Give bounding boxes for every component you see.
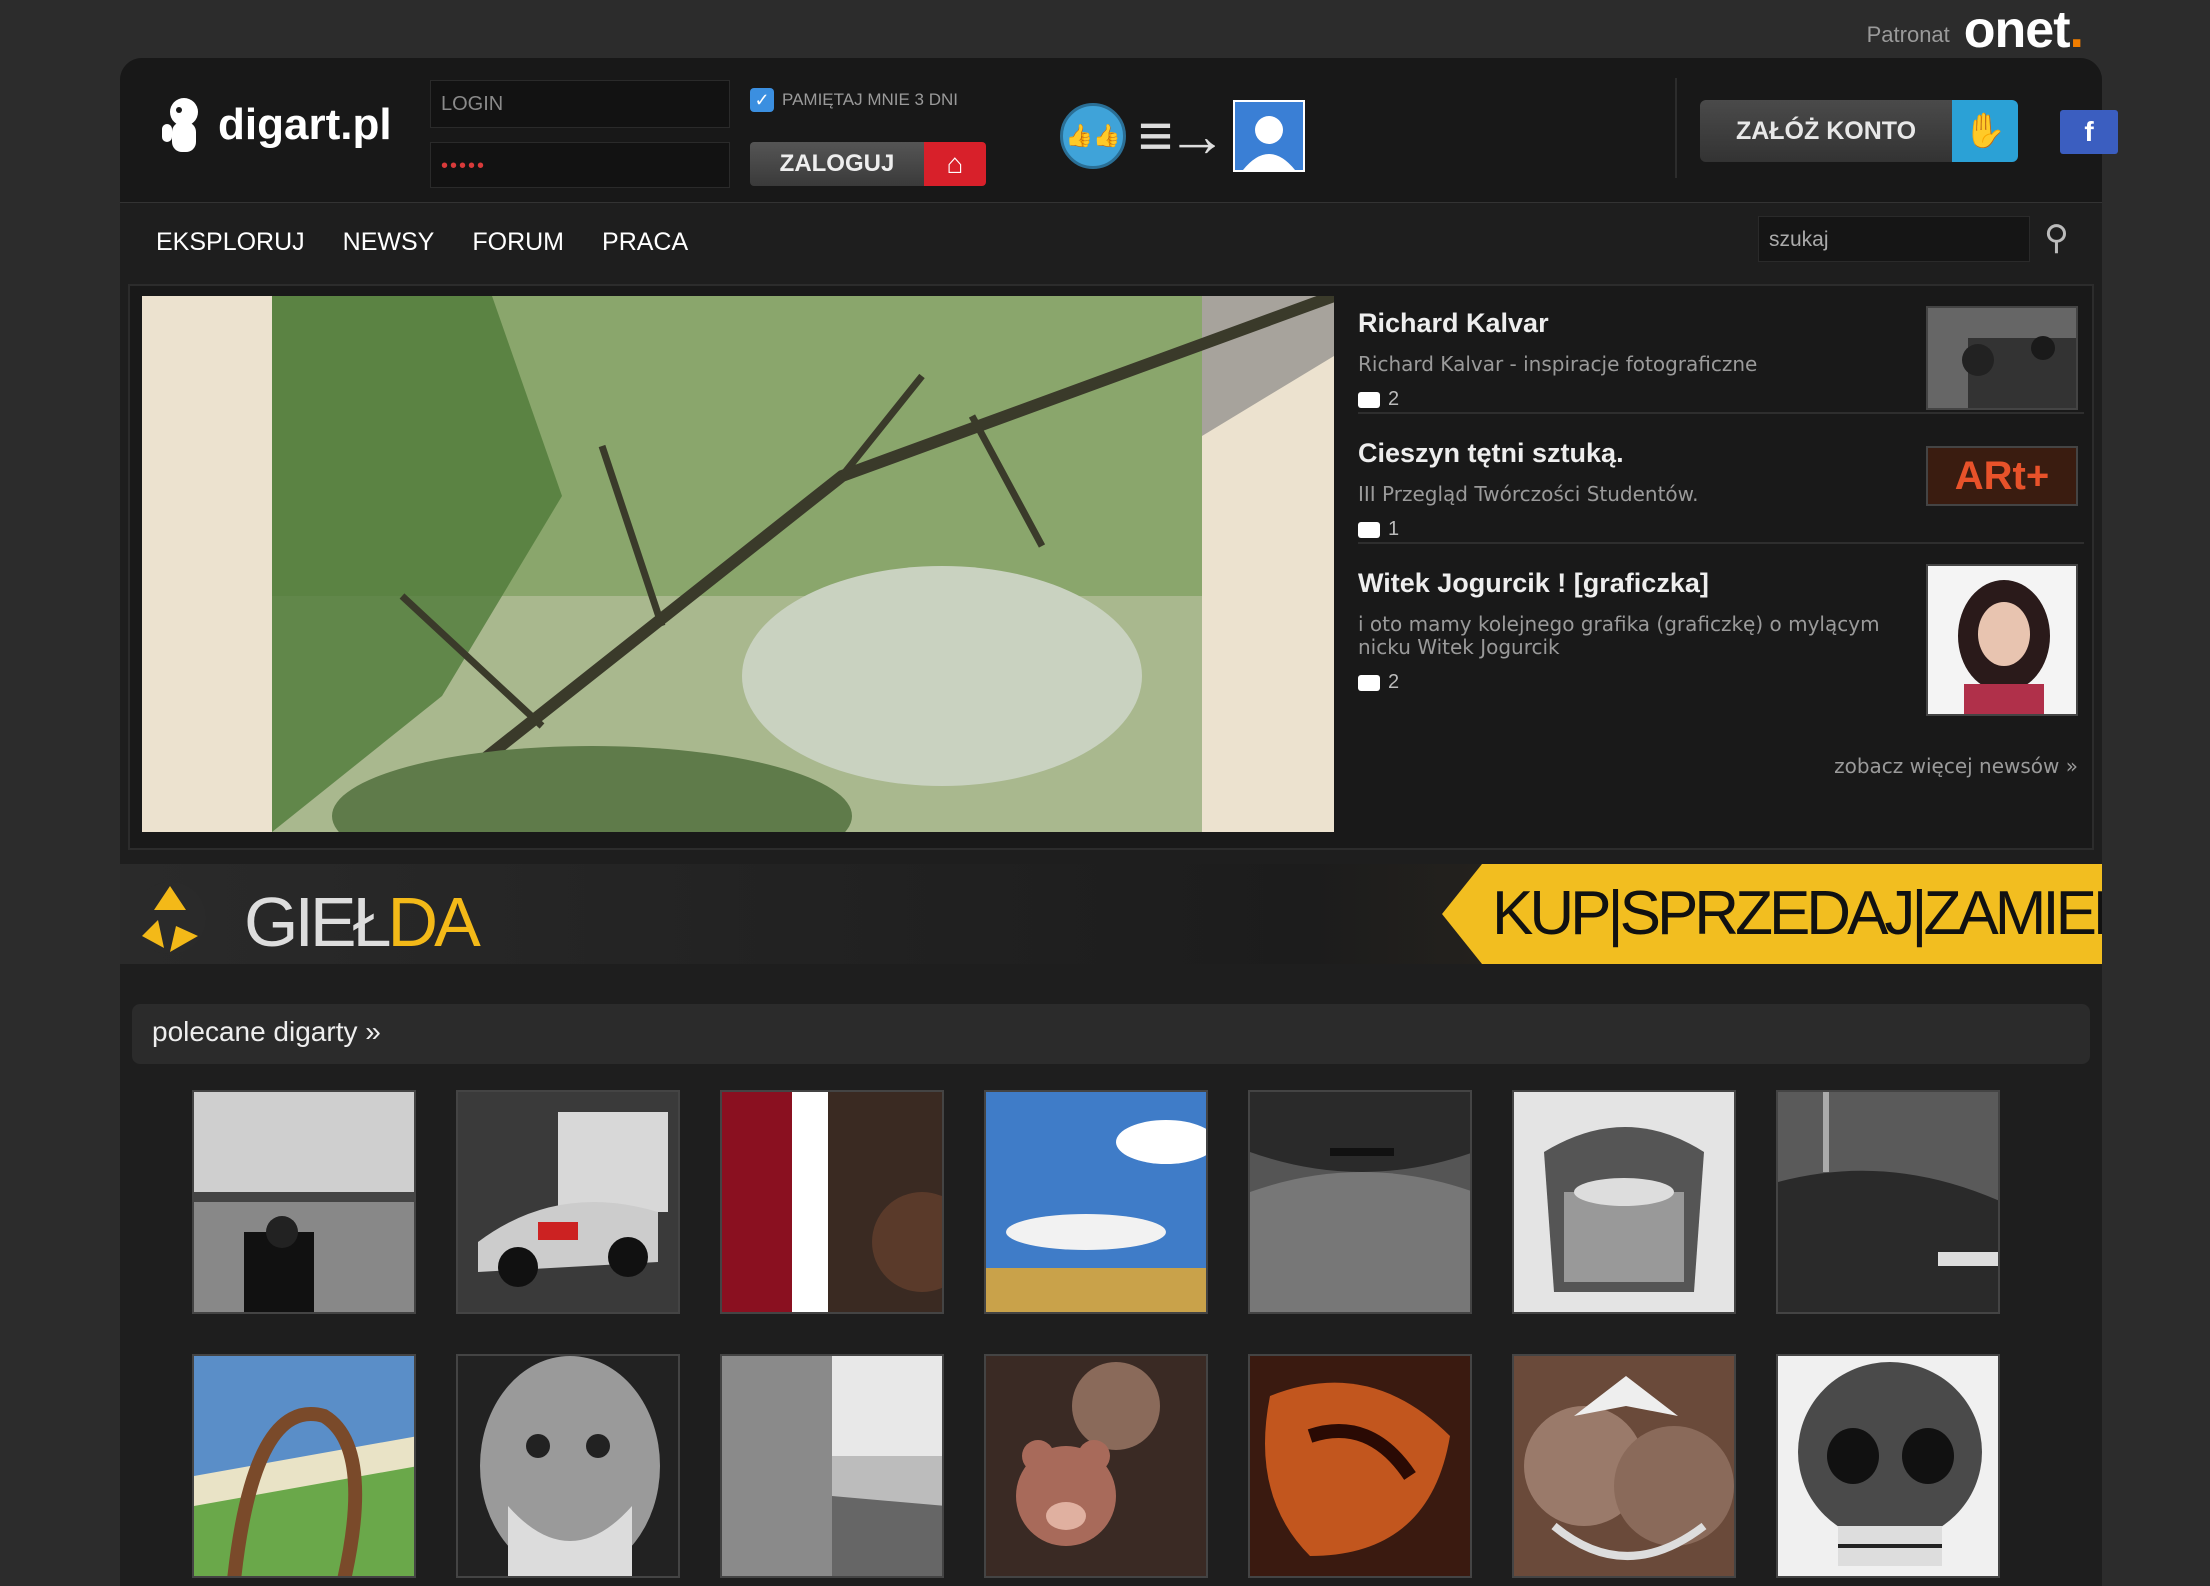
home-icon: ⌂ [924,142,986,186]
news-thumbnail[interactable] [1926,306,2078,410]
artwork-thumbnail[interactable] [1512,1354,1736,1578]
artwork-thumbnail[interactable] [720,1090,944,1314]
artwork-thumbnail[interactable] [1776,1090,2000,1314]
login-input[interactable]: LOGIN [430,80,730,128]
comment-icon [1358,521,1380,538]
patron-bar: Patronat onet. [1866,4,2084,56]
remember-label: PAMIĘTAJ MNIE 3 DNI [782,90,959,109]
news-separator [1358,542,2084,544]
artwork-thumbnail[interactable] [1776,1354,2000,1578]
news-subtitle: Richard Kalvar - inspiracje fotograficzn… [1358,352,1758,376]
news-thumbnail[interactable] [1926,564,2078,716]
news-item[interactable]: Witek Jogurcik ! [graficzka] i oto mamy … [1358,564,2078,716]
checkbox-checked-icon[interactable]: ✓ [750,88,774,112]
mascot-icon: ✋ [1952,100,2018,162]
site-logo[interactable]: digart.pl [156,94,392,156]
header: digart.pl LOGIN ••••• ✓ PAMIĘTAJ MNIE 3 … [120,58,2118,203]
social-connect[interactable]: 👍👍 ≡→ [1060,100,1306,172]
artwork-thumbnail[interactable] [192,1354,416,1578]
artwork-thumbnail[interactable] [720,1354,944,1578]
mascot-icon [162,98,198,152]
gielda-title: GIEŁDA [244,883,481,961]
news-item[interactable]: Cieszyn tętni sztuką. III Przegląd Twórc… [1358,438,2078,541]
artwork-thumbnail[interactable] [984,1354,1208,1578]
news-separator [1358,412,2084,414]
artwork-thumbnail[interactable] [456,1090,680,1314]
recycle-icon [134,882,206,954]
community-icon: 👍👍 [1060,103,1126,169]
logo-text: digart.pl [218,100,392,149]
gielda-banner[interactable]: GIEŁDA KUP|SPRZEDAJ|ZAMIEŃ [120,864,2102,964]
arrow-icon: ≡→ [1138,102,1227,169]
register-button[interactable]: ZAŁÓŻ KONTO ✋ [1700,100,2018,162]
artwork-thumbnail[interactable] [456,1354,680,1578]
nav-item-eksploruj[interactable]: EKSPLORUJ [156,228,305,257]
news-comments: 1 [1358,518,2078,541]
password-input[interactable]: ••••• [430,142,730,188]
patron-label: Patronat [1866,22,1950,47]
search-input[interactable]: szukaj [1758,216,2030,262]
more-news-link[interactable]: zobacz więcej newsów » [1834,754,2078,778]
login-button-label: ZALOGUJ [750,142,924,186]
comment-icon [1358,391,1380,408]
register-button-label: ZAŁÓŻ KONTO [1700,100,1952,162]
header-divider [1675,78,1677,178]
artwork-thumbnail[interactable] [1248,1354,1472,1578]
artwork-thumbnail[interactable] [192,1090,416,1314]
news-thumbnail[interactable]: ARt+ [1926,446,2078,506]
facebook-button[interactable]: f [2060,110,2118,154]
section-header-polecane[interactable]: polecane digarty » [132,1004,2090,1064]
hero-image[interactable] [142,296,1334,832]
onet-logo[interactable]: onet. [1964,4,2084,56]
featured-section: Richard Kalvar Richard Kalvar - inspirac… [128,284,2094,850]
login-button[interactable]: ZALOGUJ ⌂ [750,142,986,186]
remember-me[interactable]: ✓ PAMIĘTAJ MNIE 3 DNI [750,88,958,112]
nav-item-newsy[interactable]: NEWSY [343,228,435,257]
main-nav: EKSPLORUJ NEWSY FORUM PRACA [156,228,688,257]
profile-icon [1233,100,1306,172]
nav-item-praca[interactable]: PRACA [602,228,688,257]
nav-item-forum[interactable]: FORUM [472,228,564,257]
main-container: digart.pl LOGIN ••••• ✓ PAMIĘTAJ MNIE 3 … [120,58,2118,1586]
artwork-thumbnail[interactable] [984,1090,1208,1314]
comment-icon [1358,674,1380,691]
search-icon[interactable]: ⚲ [2044,218,2069,258]
gielda-slogan: KUP|SPRZEDAJ|ZAMIEŃ [1442,864,2102,964]
news-subtitle: i oto mamy kolejnego grafika (graficzkę)… [1358,612,1880,659]
artwork-thumbnail[interactable] [1248,1090,1472,1314]
news-item[interactable]: Richard Kalvar Richard Kalvar - inspirac… [1358,306,2078,411]
news-subtitle: III Przegląd Twórczości Studentów. [1358,482,1699,506]
artwork-thumbnail[interactable] [1512,1090,1736,1314]
